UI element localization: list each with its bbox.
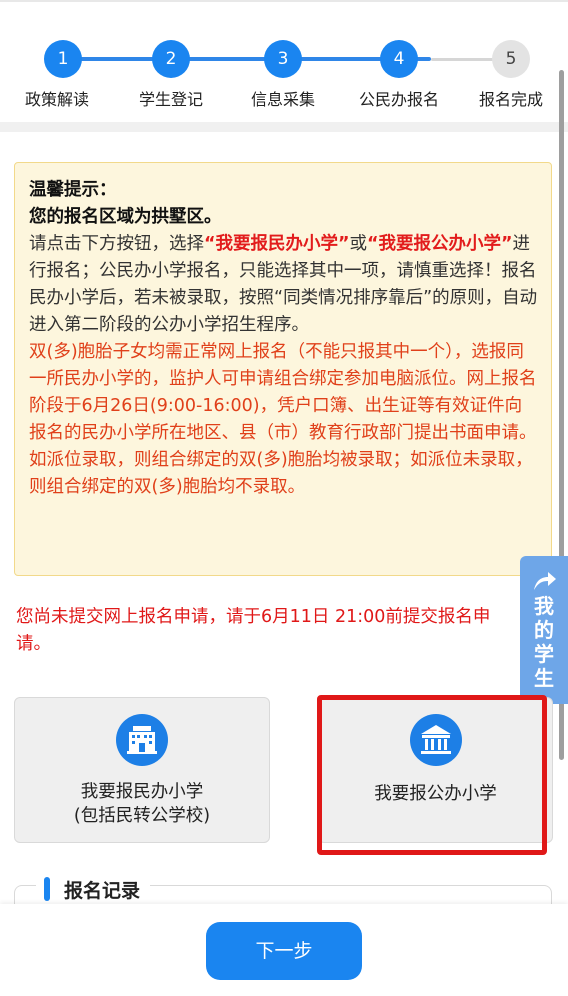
my-students-tab[interactable]: 我 的 学 生	[520, 556, 568, 704]
my-students-tab-char-4: 生	[534, 666, 554, 690]
bottom-action-bar: 下一步	[0, 904, 568, 996]
step-2-circle: 2	[152, 40, 190, 78]
private-school-option-button[interactable]: 我要报民办小学 (包括民转公学校)	[14, 697, 270, 843]
my-students-tab-char-1: 我	[534, 594, 554, 618]
notice-box: 温馨提示： 您的报名区域为拱墅区。 请点击下方按钮，选择“我要报民办小学”或“我…	[14, 162, 552, 576]
notice-instructions: 请点击下方按钮，选择“我要报民办小学”或“我要报公办小学”进行报名；公民办小学报…	[29, 231, 539, 339]
step-5-circle: 5	[492, 40, 530, 78]
step-1-circle: 1	[44, 40, 82, 78]
notice-option-private: “我要报民办小学”	[204, 234, 350, 254]
step-2-label: 学生登记	[138, 90, 203, 109]
registration-status-message: 您尚未提交网上报名申请，请于6月11日 21:00前提交报名申请。	[16, 607, 491, 654]
step-5-label: 报名完成	[478, 90, 543, 109]
private-school-option-title: 我要报民办小学	[80, 782, 204, 802]
stepper-line-complete	[63, 57, 431, 61]
records-header: 报名记录	[36, 874, 151, 904]
top-divider	[0, 0, 568, 2]
notice-option-public: “我要报公办小学”	[367, 234, 513, 254]
step-3-label: 信息采集	[250, 90, 315, 109]
highlight-annotation	[317, 695, 547, 855]
my-students-tab-char-3: 学	[534, 642, 554, 666]
next-step-button[interactable]: 下一步	[206, 922, 362, 980]
school-building-icon	[116, 714, 168, 766]
step-3-circle: 3	[264, 40, 302, 78]
step-4-circle: 4	[380, 40, 418, 78]
notice-text-or: 或	[349, 234, 368, 254]
notice-text-a: 请点击下方按钮，选择	[29, 234, 204, 254]
my-students-tab-char-2: 的	[534, 618, 554, 642]
notice-region: 您的报名区域为拱墅区。	[29, 207, 222, 227]
progress-stepper: 1 2 3 4 5 政策解读 学生登记 信息采集 公民办报名 报名完成	[0, 40, 568, 120]
notice-twins-rule: 双(多)胞胎子女均需正常网上报名（不能只报其中一个），选报同一所民办小学的，监护…	[29, 342, 537, 497]
notice-title: 温馨提示：	[29, 180, 117, 200]
share-arrow-icon	[534, 572, 556, 590]
private-school-option-note: (包括民转公学校)	[73, 806, 211, 826]
step-1-label: 政策解读	[24, 90, 89, 109]
records-accent-bar	[44, 877, 50, 901]
section-divider	[0, 122, 568, 132]
step-4-label: 公民办报名	[358, 90, 439, 109]
records-title: 报名记录	[64, 879, 141, 902]
